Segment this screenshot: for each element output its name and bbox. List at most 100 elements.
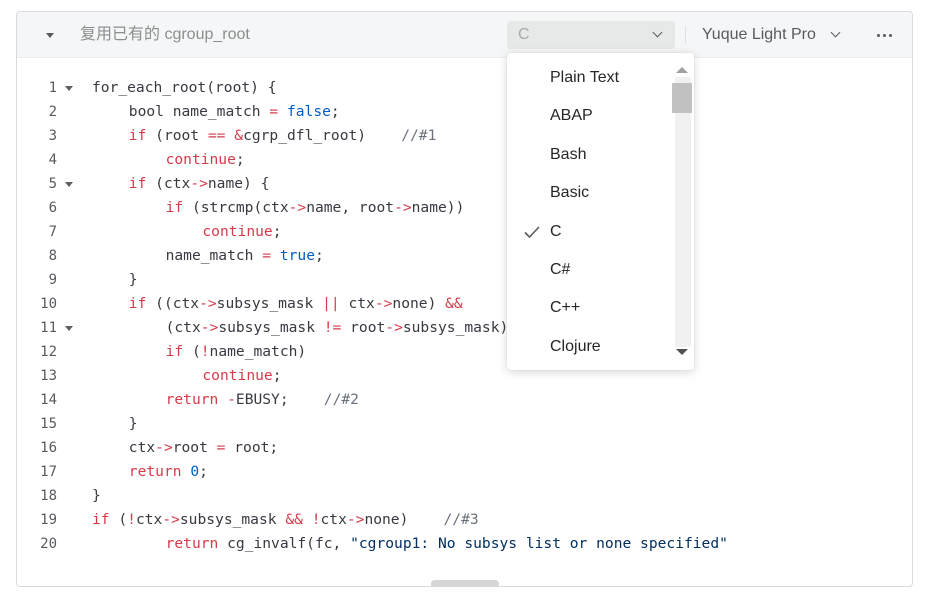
fold-caret-icon[interactable]: [65, 326, 73, 331]
code-line[interactable]: 3 if (root == &cgrp_dfl_root) //#1: [17, 124, 912, 148]
language-option[interactable]: C: [507, 213, 672, 251]
code-token: "cgroup1: No subsys list or none specifi…: [350, 535, 728, 552]
code-token: name)): [411, 199, 465, 216]
theme-select[interactable]: Yuque Light Pro: [695, 21, 850, 49]
language-select[interactable]: C: [507, 21, 675, 49]
horizontal-scrollbar-thumb[interactable]: [431, 580, 499, 586]
code-token: ->: [200, 319, 219, 336]
code-text: for_each_root(root) {: [92, 76, 277, 100]
code-line[interactable]: 11 (ctx->subsys_mask != root->subsys_mask…: [17, 316, 912, 340]
code-text: return 0;: [129, 460, 208, 484]
line-number: 4: [48, 152, 57, 168]
language-option[interactable]: C#: [507, 251, 672, 289]
code-line[interactable]: 2 bool name_match = false;: [17, 100, 912, 124]
code-token: ;: [235, 151, 245, 168]
code-token: }: [128, 415, 138, 432]
code-token: ctx: [320, 511, 347, 528]
dropdown-scroll-track[interactable]: [675, 77, 691, 347]
language-option-label: C#: [550, 261, 571, 278]
language-dropdown: Plain Text ABAP Bash Basic C C# C++ Clojure: [507, 53, 694, 370]
code-token: return: [128, 463, 182, 480]
code-block-title[interactable]: 复用已有的 cgroup_root: [80, 25, 250, 45]
line-number: 13: [40, 368, 57, 384]
code-token: ctx: [339, 295, 375, 312]
code-token: ;: [272, 223, 282, 240]
code-token: ;: [199, 463, 208, 480]
language-option-label: Clojure: [550, 337, 601, 355]
language-option-label: ABAP: [550, 107, 593, 125]
line-number: 10: [40, 296, 57, 312]
code-token: 0: [190, 463, 200, 480]
code-line[interactable]: 12 if (!name_match): [17, 340, 912, 364]
code-token: !=: [323, 319, 342, 336]
language-option-label: Plain Text: [550, 69, 620, 86]
code-text: }: [129, 412, 138, 436]
collapse-toggle[interactable]: [43, 28, 57, 42]
code-token: &&: [285, 511, 303, 528]
code-line[interactable]: 15}: [17, 412, 912, 436]
language-option[interactable]: C++: [507, 289, 672, 327]
code-token: ->: [288, 199, 307, 216]
code-line[interactable]: 9}: [17, 268, 912, 292]
scroll-up-arrow-icon[interactable]: [676, 67, 688, 73]
scroll-down-arrow-icon[interactable]: [676, 349, 688, 355]
code-token: ||: [322, 295, 340, 312]
more-options-button[interactable]: [872, 25, 896, 45]
code-line[interactable]: 4 continue;: [17, 148, 912, 172]
language-option[interactable]: Plain Text: [507, 59, 672, 97]
code-line[interactable]: 1 for_each_root(root) {: [17, 76, 912, 100]
code-line[interactable]: 10 if ((ctx->subsys_mask || ctx->none) &&: [17, 292, 912, 316]
line-number: 5: [48, 176, 57, 192]
line-number: 1: [48, 80, 57, 96]
language-option[interactable]: Clojure: [507, 328, 672, 366]
line-number: 8: [48, 248, 57, 264]
language-option[interactable]: Basic: [507, 174, 672, 212]
code-token: (: [109, 511, 128, 528]
code-token: root: [172, 439, 217, 456]
code-line[interactable]: 8 name_match = true;: [17, 244, 912, 268]
code-line[interactable]: 14 return -EBUSY; //#2: [17, 388, 912, 412]
code-text: if (!name_match): [166, 340, 307, 364]
code-token: =: [269, 103, 279, 120]
code-token: ctx: [128, 439, 156, 456]
code-token: if: [165, 199, 184, 216]
code-text: if (ctx->name) {: [129, 172, 270, 196]
code-token: }: [92, 487, 101, 504]
dropdown-scroll-thumb[interactable]: [672, 83, 692, 113]
code-token: ->: [385, 319, 403, 336]
code-line[interactable]: 7 continue;: [17, 220, 912, 244]
code-token: root: [341, 319, 386, 336]
code-text: return cg_invalf(fc, "cgroup1: No subsys…: [166, 532, 728, 556]
more-dot-icon: [882, 33, 886, 37]
code-token: subsys_mask: [218, 319, 324, 336]
code-text: continue;: [202, 364, 281, 388]
code-line[interactable]: 19 if (!ctx->subsys_mask && !ctx->none) /…: [17, 508, 912, 532]
code-line[interactable]: 17 return 0;: [17, 460, 912, 484]
code-line[interactable]: 18}: [17, 484, 912, 508]
code-token: name, root: [306, 199, 395, 216]
code-text: if ((ctx->subsys_mask || ctx->none) &&: [129, 292, 463, 316]
code-line[interactable]: 16 ctx->root = root;: [17, 436, 912, 460]
code-token: bool name_match: [128, 103, 270, 120]
fold-caret-icon[interactable]: [65, 86, 73, 91]
code-text: continue;: [166, 148, 245, 172]
code-line[interactable]: 6 if (strcmp(ctx->name, root->name)): [17, 196, 912, 220]
line-number: 7: [48, 224, 57, 240]
language-option[interactable]: Bash: [507, 136, 672, 174]
language-option[interactable]: ABAP: [507, 97, 672, 135]
code-token: return: [165, 391, 219, 408]
code-token: ->: [346, 511, 365, 528]
code-text: }: [129, 268, 138, 292]
code-token: cgrp_dfl_root): [243, 127, 402, 144]
code-line[interactable]: 13 continue;: [17, 364, 912, 388]
line-number: 11: [40, 320, 57, 336]
code-editor[interactable]: 1 for_each_root(root) {2 bool name_match =…: [17, 58, 912, 586]
code-line[interactable]: 20 return cg_invalf(fc, "cgroup1: No subs…: [17, 532, 912, 556]
code-line[interactable]: 5 if (ctx->name) {: [17, 172, 912, 196]
caret-down-icon: [46, 32, 54, 38]
code-token: &: [234, 127, 244, 144]
fold-caret-icon[interactable]: [65, 182, 73, 187]
checkmark-icon: [524, 226, 540, 238]
code-token: continue: [202, 367, 273, 384]
